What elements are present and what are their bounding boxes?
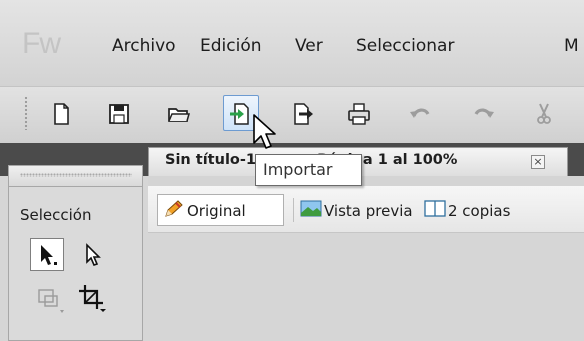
menu-seleccionar[interactable]: Seleccionar <box>356 36 454 56</box>
scale-tool[interactable] <box>34 284 64 314</box>
pointer-tool[interactable] <box>32 240 62 270</box>
crop-tool[interactable] <box>76 282 106 312</box>
close-icon[interactable]: × <box>531 155 545 169</box>
pencil-icon <box>163 199 185 219</box>
panel-grip[interactable] <box>20 173 132 177</box>
undo-icon <box>407 101 433 127</box>
save-button[interactable] <box>106 101 132 127</box>
open-folder-icon <box>166 101 192 127</box>
tools-panel <box>8 165 143 341</box>
view-preview-label[interactable]: Vista previa <box>324 202 413 220</box>
landscape-preview-icon <box>300 199 322 219</box>
subselection-tool[interactable] <box>78 240 108 270</box>
menu-edicion[interactable]: Edición <box>200 36 262 56</box>
toolbar-grip[interactable] <box>24 96 29 130</box>
cut-icon <box>531 101 557 127</box>
new-document-icon <box>48 101 74 127</box>
save-icon <box>106 101 132 127</box>
menu-archivo[interactable]: Archivo <box>112 36 176 56</box>
menu-more[interactable]: M <box>564 36 579 56</box>
export-icon <box>290 101 316 127</box>
view-separator <box>293 198 294 222</box>
mouse-cursor-icon <box>252 113 282 155</box>
menu-ver[interactable]: Ver <box>295 36 323 56</box>
view-two-up-label[interactable]: 2 copias <box>448 202 510 220</box>
crop-icon <box>76 282 106 312</box>
export-button[interactable] <box>290 101 316 127</box>
redo-button[interactable] <box>471 101 497 127</box>
print-icon <box>346 101 372 127</box>
fireworks-window: Fw Archivo Edición Ver Seleccionar M Sin… <box>0 0 584 341</box>
subselection-arrow-icon <box>78 240 108 270</box>
redo-icon <box>471 101 497 127</box>
tools-section-label: Selección <box>20 206 92 224</box>
two-up-icon <box>424 199 446 219</box>
scale-icon <box>34 284 64 314</box>
import-button-glyph[interactable] <box>228 101 254 127</box>
menu-bar <box>0 0 584 87</box>
pointer-arrow-icon <box>32 240 62 270</box>
tooltip-text: Importar <box>263 160 333 179</box>
cut-button[interactable] <box>531 101 557 127</box>
print-button[interactable] <box>346 101 372 127</box>
undo-button[interactable] <box>407 101 433 127</box>
import-icon <box>228 101 254 127</box>
new-document-button[interactable] <box>48 101 74 127</box>
view-original-label[interactable]: Original <box>187 202 246 220</box>
canvas-area[interactable] <box>148 233 584 341</box>
open-button[interactable] <box>166 101 192 127</box>
app-logo: Fw <box>22 27 61 60</box>
